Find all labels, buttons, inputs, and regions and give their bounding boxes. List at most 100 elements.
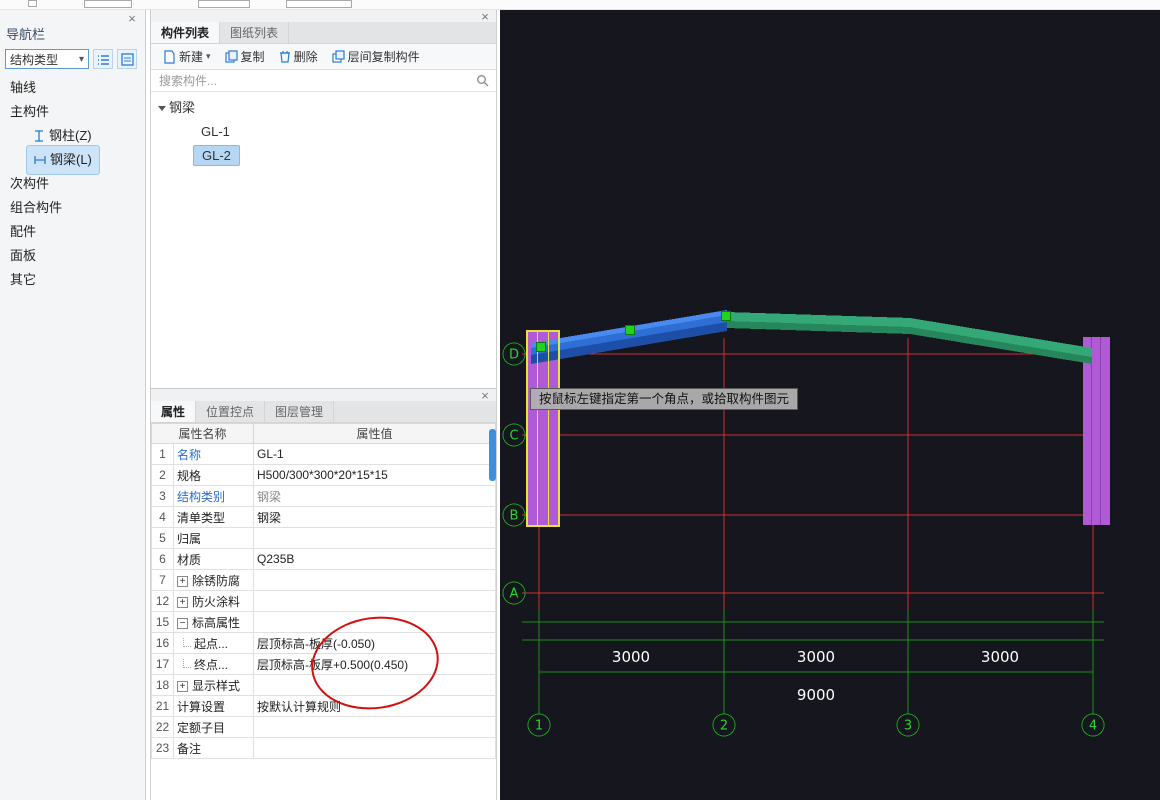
property-value[interactable] bbox=[253, 590, 496, 612]
3d-viewport[interactable]: D C B A 1 2 3 4 3000 3000 3000 9000 按鼠标左… bbox=[500, 10, 1160, 800]
axis-label-3: 3 bbox=[904, 719, 912, 734]
table-row[interactable]: 16 起点... 层顶标高-板厚(-0.050) bbox=[151, 632, 496, 654]
toolbar-checkbox-fragment[interactable] bbox=[28, 0, 37, 7]
steel-beam-green[interactable] bbox=[727, 312, 1092, 364]
sidebar-item-axis[interactable]: 轴线 bbox=[0, 76, 146, 100]
sidebar-item-steel-beam[interactable]: 钢梁(L) bbox=[0, 145, 146, 175]
close-icon[interactable]: × bbox=[478, 389, 492, 403]
sidebar-item-others[interactable]: 其它 bbox=[0, 268, 146, 292]
copy-button[interactable]: 复制 bbox=[219, 46, 271, 67]
table-row[interactable]: 2 规格 H500/300*300*20*15*15 bbox=[151, 464, 496, 486]
close-icon[interactable]: × bbox=[478, 10, 492, 24]
steel-column-right[interactable] bbox=[1083, 337, 1110, 525]
top-toolbar-strip bbox=[0, 0, 1160, 10]
nav-panel-title: 导航栏 bbox=[6, 27, 46, 42]
steel-beam-icon bbox=[34, 156, 46, 164]
table-row[interactable]: 18 + 显示样式 bbox=[151, 674, 496, 696]
table-row[interactable]: 12 + 防火涂料 bbox=[151, 590, 496, 612]
axis-label-4: 4 bbox=[1089, 719, 1097, 734]
property-value[interactable]: H500/300*300*20*15*15 bbox=[253, 464, 496, 486]
steel-beam-blue[interactable] bbox=[531, 310, 727, 364]
navigation-panel: × 导航栏 结构类型 ▾ 轴线 主构件 钢柱(Z) 钢梁(L) 次构件 组合构件… bbox=[0, 10, 146, 800]
expand-icon[interactable]: + bbox=[177, 575, 188, 587]
table-row[interactable]: 5 归属 bbox=[151, 527, 496, 549]
property-value[interactable]: 钢梁 bbox=[253, 506, 496, 528]
property-value[interactable] bbox=[253, 611, 496, 633]
search-icon bbox=[477, 75, 489, 87]
table-row[interactable]: 1 名称 GL-1 bbox=[151, 443, 496, 465]
search-placeholder: 搜索构件... bbox=[159, 74, 218, 88]
detail-view-icon[interactable] bbox=[117, 49, 137, 69]
sidebar-item-composite-components[interactable]: 组合构件 bbox=[0, 196, 146, 220]
axis-col-bubbles: 1 2 3 4 bbox=[527, 713, 1105, 737]
sidebar-item-main-components[interactable]: 主构件 bbox=[0, 100, 146, 124]
sidebar-item-accessories[interactable]: 配件 bbox=[0, 220, 146, 244]
column-header-value: 属性值 bbox=[253, 423, 496, 444]
tab-drawing-list[interactable]: 图纸列表 bbox=[220, 22, 290, 43]
property-value[interactable] bbox=[253, 716, 496, 738]
toolbar-input-fragment[interactable] bbox=[286, 0, 352, 8]
property-value[interactable]: 按默认计算规则 bbox=[253, 695, 496, 717]
component-tree: 钢梁 GL-1 GL-2 bbox=[151, 92, 496, 168]
tree-item-gl2[interactable]: GL-2 bbox=[151, 144, 496, 168]
axis-label-b: B bbox=[510, 509, 519, 524]
property-value[interactable] bbox=[253, 569, 496, 591]
tab-properties[interactable]: 属性 bbox=[151, 401, 197, 422]
tree-group-steel-beam[interactable]: 钢梁 bbox=[151, 96, 496, 120]
chevron-down-icon: ▾ bbox=[206, 51, 211, 61]
chevron-down-icon: ▾ bbox=[78, 53, 84, 65]
axis-label-d: D bbox=[509, 348, 519, 363]
sidebar-item-secondary-components[interactable]: 次构件 bbox=[0, 172, 146, 196]
property-value[interactable]: 层顶标高-板厚+0.500(0.450) bbox=[253, 653, 496, 675]
tree-elbow bbox=[183, 638, 191, 648]
collapse-triangle-icon bbox=[158, 106, 166, 111]
property-value[interactable]: 钢梁 bbox=[253, 485, 496, 507]
status-tooltip: 按鼠标左键指定第一个角点，或拾取构件图元 bbox=[530, 388, 799, 410]
table-row[interactable]: 15 − 标高属性 bbox=[151, 611, 496, 633]
axis-label-1: 1 bbox=[535, 719, 543, 734]
dim-label-bay2: 3000 bbox=[797, 648, 835, 666]
dim-label-total: 9000 bbox=[797, 686, 835, 704]
tab-component-list[interactable]: 构件列表 bbox=[151, 22, 221, 43]
table-row[interactable]: 6 材质 Q235B bbox=[151, 548, 496, 570]
table-row[interactable]: 17 终点... 层顶标高-板厚+0.500(0.450) bbox=[151, 653, 496, 675]
close-icon[interactable]: × bbox=[125, 12, 139, 26]
expand-icon[interactable]: + bbox=[177, 680, 188, 692]
red-grid-lines bbox=[522, 338, 1104, 640]
table-row[interactable]: 21 计算设置 按默认计算规则 bbox=[151, 695, 496, 717]
expand-icon[interactable]: + bbox=[177, 596, 188, 608]
structure-type-label: 结构类型 bbox=[10, 52, 59, 67]
delete-button[interactable]: 删除 bbox=[273, 46, 324, 67]
trash-icon bbox=[279, 51, 290, 63]
property-value[interactable]: Q235B bbox=[253, 548, 496, 570]
dim-label-bay1: 3000 bbox=[612, 648, 650, 666]
table-row[interactable]: 23 备注 bbox=[151, 737, 496, 759]
property-value[interactable]: GL-1 bbox=[253, 443, 496, 465]
table-row[interactable]: 3 结构类别 钢梁 bbox=[151, 485, 496, 507]
properties-panel: × 属性 位置控点 图层管理 属性名称 属性值 1 名称 GL-1 2 规格 H… bbox=[150, 388, 496, 800]
property-value[interactable] bbox=[253, 737, 496, 759]
search-input[interactable]: 搜索构件... bbox=[151, 70, 496, 92]
new-button[interactable]: 新建 ▾ bbox=[157, 46, 217, 67]
scrollbar-thumb[interactable] bbox=[489, 429, 496, 481]
sidebar-item-panels[interactable]: 面板 bbox=[0, 244, 146, 268]
interlayer-copy-icon bbox=[331, 50, 345, 63]
property-value[interactable]: 层顶标高-板厚(-0.050) bbox=[253, 632, 496, 654]
interlayer-copy-button[interactable]: 层间复制构件 bbox=[326, 46, 426, 67]
table-row[interactable]: 22 定额子目 bbox=[151, 716, 496, 738]
tree-item-gl1[interactable]: GL-1 bbox=[151, 120, 496, 144]
property-value[interactable] bbox=[253, 674, 496, 696]
axis-label-a: A bbox=[510, 587, 519, 602]
steel-column-icon bbox=[35, 130, 43, 142]
toolbar-input-fragment[interactable] bbox=[198, 0, 250, 8]
tab-layer-management[interactable]: 图层管理 bbox=[265, 401, 335, 422]
toolbar-input-fragment[interactable] bbox=[84, 0, 132, 8]
list-view-icon[interactable] bbox=[93, 49, 113, 69]
collapse-icon[interactable]: − bbox=[177, 617, 188, 629]
nav-tree: 轴线 主构件 钢柱(Z) 钢梁(L) 次构件 组合构件 配件 面板 其它 bbox=[0, 76, 146, 292]
property-value[interactable] bbox=[253, 527, 496, 549]
table-row[interactable]: 7 + 除锈防腐 bbox=[151, 569, 496, 591]
table-row[interactable]: 4 清单类型 钢梁 bbox=[151, 506, 496, 528]
structure-type-select[interactable]: 结构类型 ▾ bbox=[5, 49, 89, 69]
tab-position-points[interactable]: 位置控点 bbox=[196, 401, 266, 422]
